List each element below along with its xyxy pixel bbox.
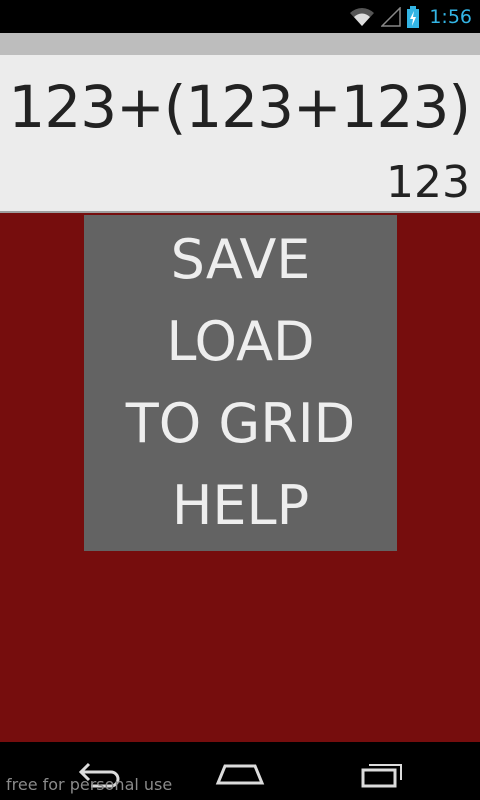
recent-apps-button[interactable] xyxy=(354,756,410,792)
main-area: SAVE LOAD TO GRID HELP xyxy=(0,213,480,742)
wifi-icon xyxy=(350,7,375,26)
result-text: 123 xyxy=(386,157,470,208)
calculator-display: 123+(123+123) 123 xyxy=(0,55,480,213)
menu-item-save[interactable]: SAVE xyxy=(84,219,397,301)
status-icons: 1:56 xyxy=(349,0,472,33)
menu-item-to-grid[interactable]: TO GRID xyxy=(84,383,397,465)
menu-item-load[interactable]: LOAD xyxy=(84,301,397,383)
battery-charging-icon xyxy=(407,5,420,28)
recent-apps-icon xyxy=(361,764,402,788)
status-bar: 1:56 xyxy=(0,0,480,33)
watermark-text: free for personal use xyxy=(6,775,173,794)
home-button[interactable] xyxy=(212,756,268,792)
navigation-bar: free for personal use xyxy=(0,742,480,800)
menu-item-help[interactable]: HELP xyxy=(84,465,397,547)
expression-text[interactable]: 123+(123+123) xyxy=(8,73,471,141)
signal-icon xyxy=(381,6,402,27)
home-icon xyxy=(215,764,265,785)
status-time: 1:56 xyxy=(429,5,472,28)
app-screen: 1:56 123+(123+123) 123 SAVE LOAD TO GRID… xyxy=(0,0,480,800)
options-menu: SAVE LOAD TO GRID HELP xyxy=(84,215,397,551)
title-strip xyxy=(0,33,480,55)
